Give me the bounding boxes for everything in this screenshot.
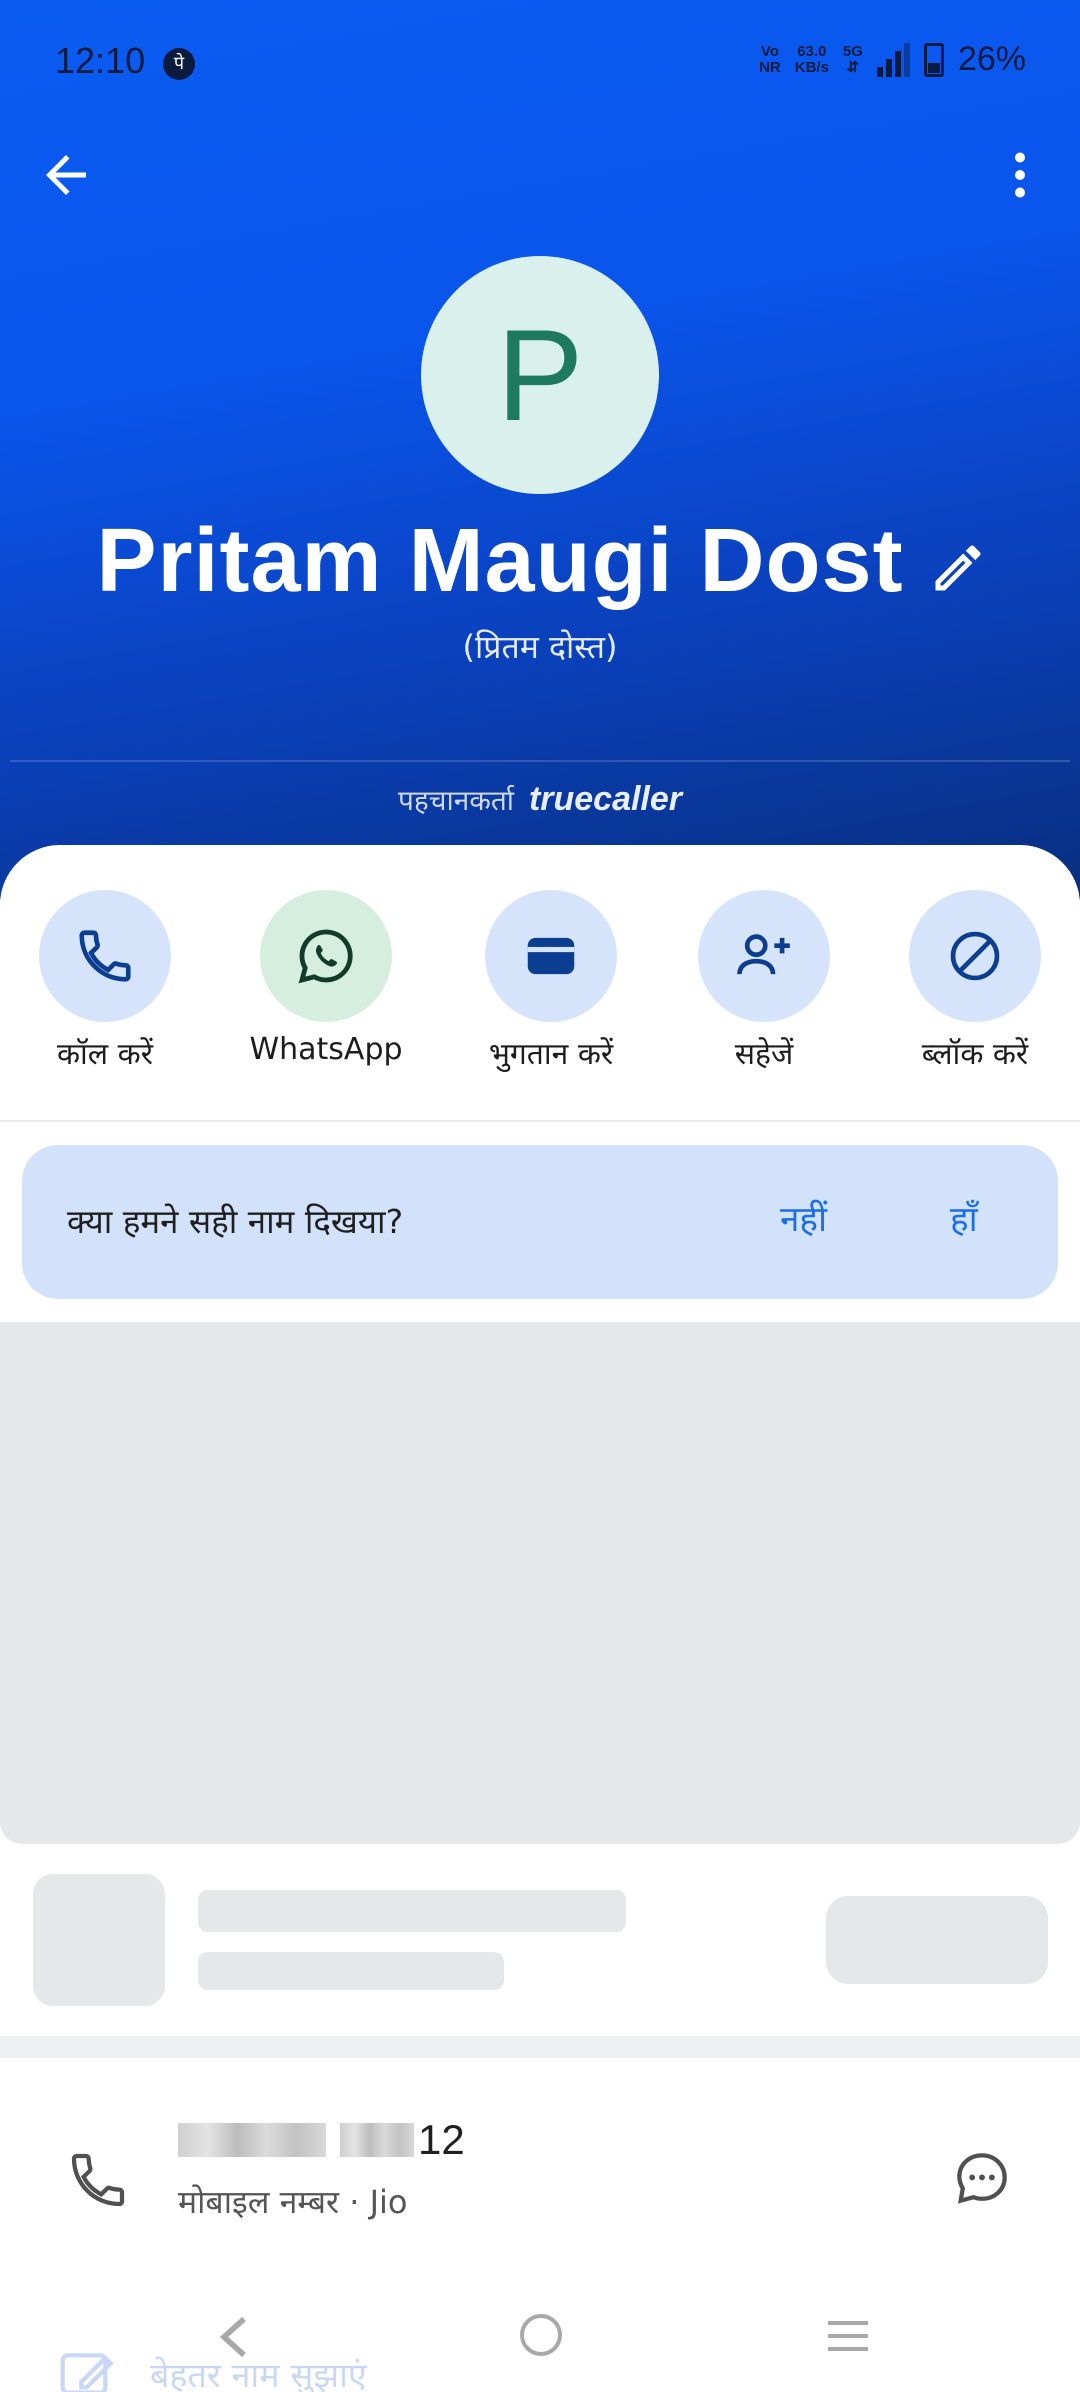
redacted-digits [178,2123,326,2157]
divider [0,1120,1080,1122]
nav-recents-icon[interactable] [826,2318,870,2354]
skeleton-thumbnail [33,1874,165,2006]
pay-circle[interactable] [485,890,617,1022]
whatsapp-button[interactable]: WhatsApp [221,890,431,1067]
battery-icon [923,42,944,77]
network-type: 5G ⇵ [842,42,863,76]
block-circle[interactable] [909,890,1041,1022]
volte-indicator: Vo NR [759,42,781,76]
feedback-no-button[interactable]: नहीं [780,1195,827,1242]
edit-note-icon [60,2353,114,2392]
skeleton-line [198,1952,504,1990]
avatar[interactable]: P [421,256,659,494]
wallet-icon [527,937,575,975]
save-contact-button[interactable]: सहेजें [659,890,869,1073]
edit-name-button[interactable] [928,538,988,598]
identified-by: पहचानकर्ता truecaller [0,780,1080,819]
pay-button[interactable]: भुगतान करें [446,890,656,1073]
battery-percent: 26% [957,40,1026,78]
feedback-question: क्या हमने सही नाम दिखया? [67,1202,404,1241]
phone-number-row[interactable]: 12 मोबाइल नम्बर · Jio [0,2058,1080,2288]
more-options-button[interactable] [990,145,1050,205]
block-button[interactable]: ब्लॉक करें [870,890,1080,1073]
section-divider [0,2036,1080,2058]
pencil-icon [935,545,981,591]
whatsapp-circle[interactable] [260,890,392,1022]
suggest-name-label: बेहतर नाम सुझाएं [150,2356,367,2392]
system-nav-bar: बेहतर नाम सुझाएं [0,2290,1080,2392]
contact-name: Pritam Maugi Dost [96,511,904,611]
add-person-icon [737,934,790,975]
network-speed: 63.0 KB/s [794,42,829,76]
ad-placeholder [0,1322,1080,1844]
back-button[interactable] [36,145,96,205]
pay-label: भुगतान करें [488,1037,614,1072]
save-circle[interactable] [698,890,830,1022]
header-divider [10,760,1070,762]
phone-number-tail: 12 [418,2116,465,2163]
call-button[interactable]: कॉल करें [0,890,210,1073]
status-bar: 12:10 पे Vo NR 63.0 KB/s 5G ⇵ 26% [0,0,1080,130]
nav-home-icon[interactable] [520,2314,562,2356]
phone-type-carrier: मोबाइल नम्बर · Jio [178,2183,408,2221]
whatsapp-icon [298,929,353,984]
save-label: सहेजें [734,1037,794,1072]
profile-header: 12:10 पे Vo NR 63.0 KB/s 5G ⇵ 26% P Prit… [0,0,1080,900]
more-vert-icon [1015,152,1025,198]
nav-back-icon[interactable] [214,2312,254,2362]
status-indicators: Vo NR 63.0 KB/s 5G ⇵ 26% [759,40,1026,79]
feedback-yes-button[interactable]: हाँ [950,1195,978,1242]
phone-icon [79,930,131,982]
call-circle[interactable] [39,890,171,1022]
block-label: ब्लॉक करें [921,1037,1029,1072]
signal-icon [876,42,910,77]
arrow-back-icon [46,155,86,195]
action-row: कॉल करें WhatsApp भुगतान करें सहेजें ब्ल… [0,890,1080,1090]
name-feedback-card: क्या हमने सही नाम दिखया? नहीं हाँ [22,1145,1058,1299]
status-time: 12:10 [55,40,146,81]
phone-icon [71,2153,125,2207]
block-icon [950,931,1000,981]
contact-name-hindi: (प्रितम दोस्त) [462,628,618,666]
whatsapp-label: WhatsApp [249,1032,403,1067]
skeleton-button [826,1896,1048,1984]
phone-number: 12 [178,2116,465,2164]
identified-prefix: पहचानकर्ता [397,784,515,817]
redacted-digits [340,2123,414,2157]
message-icon[interactable] [950,2146,1014,2210]
skeleton-line [198,1890,626,1932]
truecaller-logo: truecaller [528,780,683,818]
upi-icon: पे [163,48,195,80]
call-label: कॉल करें [57,1037,153,1072]
